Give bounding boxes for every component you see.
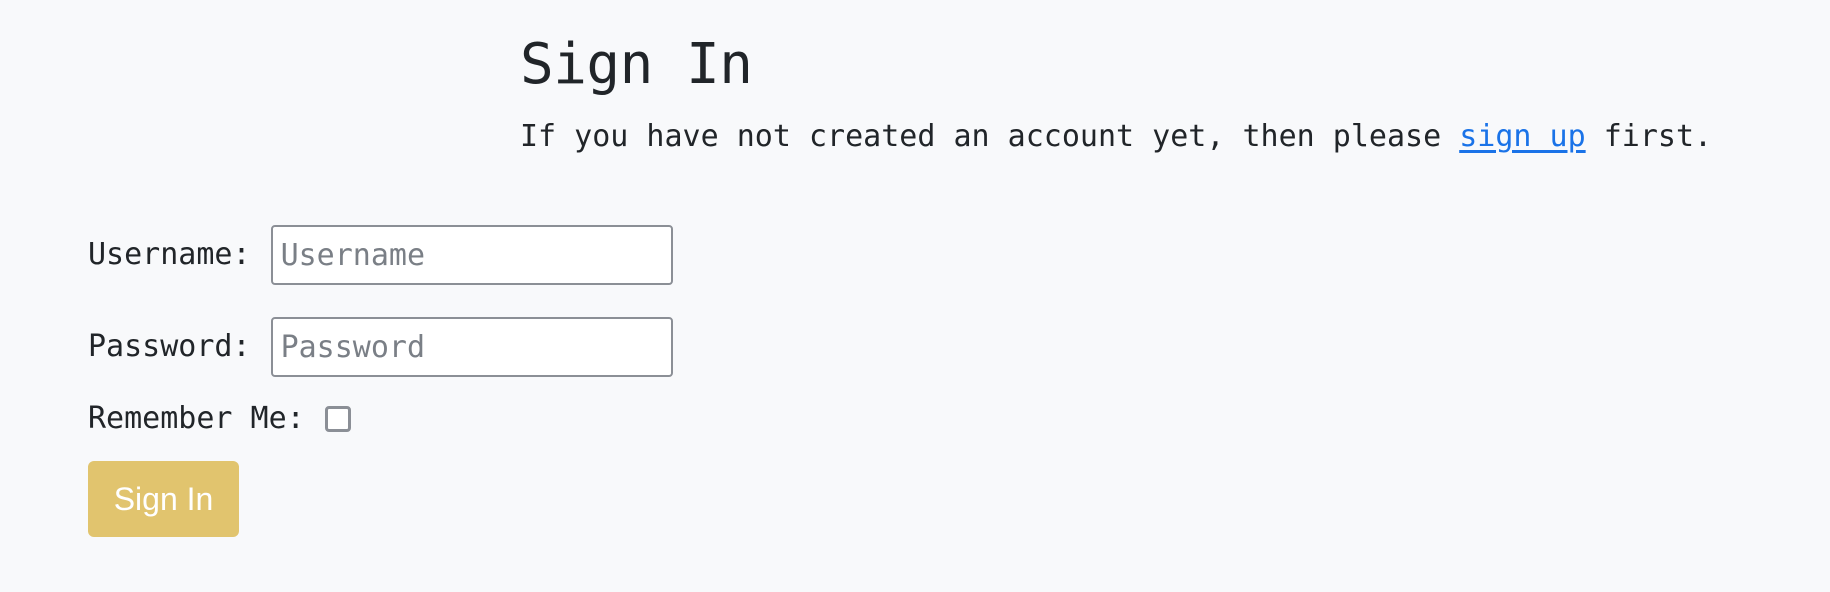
intro-text-before: If you have not created an account yet, … — [520, 119, 1460, 154]
intro-text-after: first. — [1585, 119, 1713, 154]
password-input[interactable] — [270, 317, 673, 377]
password-label: Password: — [88, 329, 251, 364]
sign-in-form: Username: Password: Remember Me: Sign In — [88, 225, 673, 537]
username-row: Username: — [88, 225, 673, 285]
password-row: Password: — [88, 317, 673, 377]
sign-in-button[interactable]: Sign In — [88, 461, 239, 537]
sign-up-link[interactable]: sign up — [1459, 119, 1585, 154]
remember-me-checkbox[interactable] — [324, 406, 351, 432]
username-input[interactable] — [270, 225, 673, 285]
remember-me-row: Remember Me: — [88, 397, 673, 441]
intro-text: If you have not created an account yet, … — [520, 117, 1810, 157]
username-label: Username: — [88, 237, 251, 272]
sign-in-header: Sign In If you have not created an accou… — [520, 30, 1810, 157]
page-title: Sign In — [520, 32, 753, 97]
remember-me-label: Remember Me: — [88, 401, 305, 436]
